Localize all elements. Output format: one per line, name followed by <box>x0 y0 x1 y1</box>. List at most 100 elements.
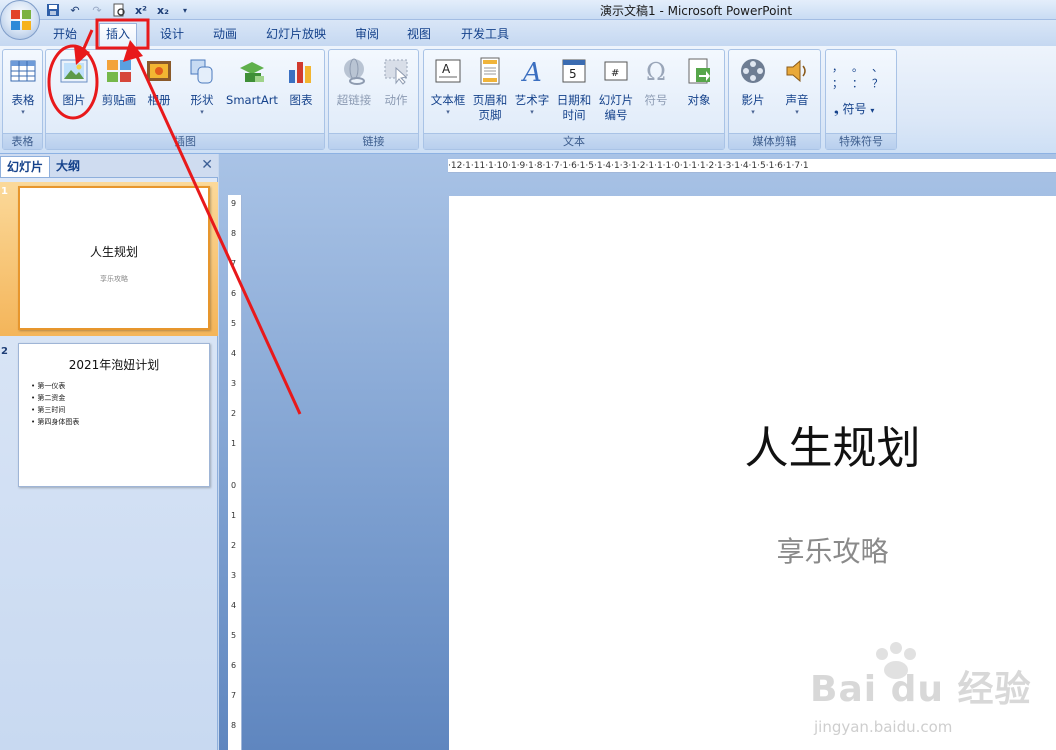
group-illustrations: 图片 剪贴画 相册 形状 ▾ SmartArt 图表 插图 <box>45 49 325 150</box>
datetime-label-1: 日期和 <box>556 93 592 107</box>
customize-qat-icon[interactable]: ▾ <box>176 2 194 19</box>
special-char[interactable]: ， <box>832 60 852 76</box>
header-footer-label-2: 页脚 <box>478 108 502 122</box>
special-symbol-label: 符号 <box>842 102 867 116</box>
subscript-icon[interactable]: x₂ <box>154 2 172 19</box>
slides-panel: 幻灯片 大纲 ✕ 1 人生规划 享乐攻略 2 2021年泡妞计划 第一仪表 第二… <box>0 154 218 750</box>
tab-slides[interactable]: 幻灯片 <box>0 156 51 177</box>
header-footer-button[interactable]: 页眉和 页脚 <box>470 56 510 123</box>
picture-button[interactable]: 图片 <box>52 56 96 108</box>
shapes-icon <box>190 59 213 84</box>
office-button[interactable] <box>0 0 40 40</box>
slide-thumbnail-row[interactable]: 1 人生规划 享乐攻略 <box>0 182 218 336</box>
ruler-tick: 1 <box>231 511 237 520</box>
dropdown-icon: ▾ <box>870 106 875 115</box>
table-label: 表格 <box>11 93 35 107</box>
chart-label: 图表 <box>289 93 313 107</box>
group-media-label: 媒体剪辑 <box>729 133 820 149</box>
watermark-url: jingyan.baidu.com <box>814 718 953 736</box>
thumb-bullet: 第一仪表 <box>31 380 79 392</box>
thumb-bullet-list: 第一仪表 第二资金 第三时间 第四身体图表 <box>31 380 79 428</box>
textbox-button[interactable]: A 文本框 ▾ <box>426 56 470 117</box>
group-links: 超链接 动作 链接 <box>328 49 419 150</box>
thumb-title: 人生规划 <box>89 245 138 259</box>
table-icon <box>10 60 36 82</box>
clipart-button[interactable]: 剪贴画 <box>96 56 142 108</box>
shapes-button[interactable]: 形状 ▾ <box>179 56 225 117</box>
tab-animation[interactable]: 动画 <box>207 26 243 44</box>
object-button[interactable]: 对象 <box>678 56 720 108</box>
slide-number: 2 <box>1 346 8 357</box>
special-char[interactable]: 、 <box>872 60 890 76</box>
action-button[interactable]: 动作 <box>375 56 417 108</box>
tab-outline[interactable]: 大纲 <box>50 156 86 177</box>
redo-icon[interactable]: ↷ <box>88 2 106 19</box>
chart-button[interactable]: 图表 <box>280 56 322 108</box>
dropdown-icon: ▾ <box>795 108 799 116</box>
sound-button[interactable]: 声音 ▾ <box>775 56 819 117</box>
album-button[interactable]: 相册 <box>141 56 177 108</box>
picture-label: 图片 <box>62 93 86 107</box>
datetime-button[interactable]: 5 日期和 时间 <box>552 56 596 123</box>
special-symbol-button[interactable]: ❟ 符号 ▾ <box>834 100 874 117</box>
globe-link-icon <box>344 58 365 85</box>
special-char[interactable]: ： <box>852 76 872 92</box>
close-icon[interactable]: ✕ <box>201 157 213 173</box>
ruler-tick: 5 <box>231 631 237 640</box>
clipart-label: 剪贴画 <box>101 93 137 107</box>
ruler-tick: 7 <box>231 259 237 268</box>
dropdown-icon: ▾ <box>21 108 25 116</box>
slide-thumbnail[interactable]: 人生规划 享乐攻略 <box>18 186 210 330</box>
svg-text:#: # <box>611 68 619 79</box>
table-button[interactable]: 表格 ▾ <box>3 56 43 117</box>
omega-icon: Ω <box>646 58 666 86</box>
wordart-button[interactable]: A 艺术字 ▾ <box>510 56 554 117</box>
ruler-tick: 6 <box>231 289 237 298</box>
special-char[interactable]: 。 <box>852 60 872 76</box>
hyperlink-button[interactable]: 超链接 <box>331 56 377 108</box>
tab-home[interactable]: 开始 <box>47 26 83 44</box>
undo-icon[interactable]: ↶ <box>66 2 84 19</box>
slide-thumbnail[interactable]: 2021年泡妞计划 第一仪表 第二资金 第三时间 第四身体图表 <box>18 343 210 487</box>
slide-number-button[interactable]: # 幻灯片 编号 <box>596 56 636 123</box>
group-table-label: 表格 <box>3 133 42 149</box>
title-bar: ↶ ↷ x² x₂ ▾ 演示文稿1 - Microsoft PowerPoint <box>0 0 1056 40</box>
tab-developer[interactable]: 开发工具 <box>455 26 515 44</box>
tab-view[interactable]: 视图 <box>401 26 437 44</box>
special-char[interactable]: ； <box>832 76 852 92</box>
slide-subtitle[interactable]: 享乐攻略 <box>449 530 1056 570</box>
movie-button[interactable]: 影片 ▾ <box>731 56 775 117</box>
thumb-bullet: 第三时间 <box>31 404 79 416</box>
tab-design[interactable]: 设计 <box>154 26 190 44</box>
smartart-button[interactable]: SmartArt <box>225 56 279 108</box>
tab-insert[interactable]: 插入 <box>99 23 138 46</box>
chart-icon <box>289 62 311 83</box>
symbol-label: 符号 <box>644 93 668 107</box>
slide-title[interactable]: 人生规划 <box>449 412 1056 476</box>
thumb-bullet: 第二资金 <box>31 392 79 404</box>
slide-thumbnail-row[interactable]: 2 2021年泡妞计划 第一仪表 第二资金 第三时间 第四身体图表 <box>0 342 218 492</box>
thumb-bullet: 第四身体图表 <box>31 416 79 428</box>
superscript-icon[interactable]: x² <box>132 2 150 19</box>
ruler-tick: 5 <box>231 319 237 328</box>
dropdown-icon: ▾ <box>446 108 450 116</box>
slide-number: 1 <box>1 186 8 197</box>
symbol-button[interactable]: Ω 符号 <box>636 56 676 108</box>
object-label: 对象 <box>687 93 711 107</box>
tab-slideshow[interactable]: 幻灯片放映 <box>260 26 332 44</box>
print-preview-icon[interactable] <box>110 2 128 19</box>
thumb-subtitle: 享乐攻略 <box>100 275 128 283</box>
action-label: 动作 <box>384 93 408 107</box>
window-title: 演示文稿1 - Microsoft PowerPoint <box>600 4 793 18</box>
quick-access-toolbar: ↶ ↷ x² x₂ ▾ <box>44 1 194 19</box>
save-icon[interactable] <box>44 2 62 19</box>
special-char[interactable]: ？ <box>872 76 890 92</box>
tab-review[interactable]: 审阅 <box>349 26 385 44</box>
shapes-label: 形状 <box>190 93 214 107</box>
svg-text:A: A <box>442 62 451 76</box>
svg-text:A: A <box>521 58 542 86</box>
slide-number-label-2: 编号 <box>604 108 628 122</box>
ruler-tick: 3 <box>231 571 237 580</box>
speaker-icon <box>786 59 806 83</box>
ruler-tick: 3 <box>231 379 237 388</box>
